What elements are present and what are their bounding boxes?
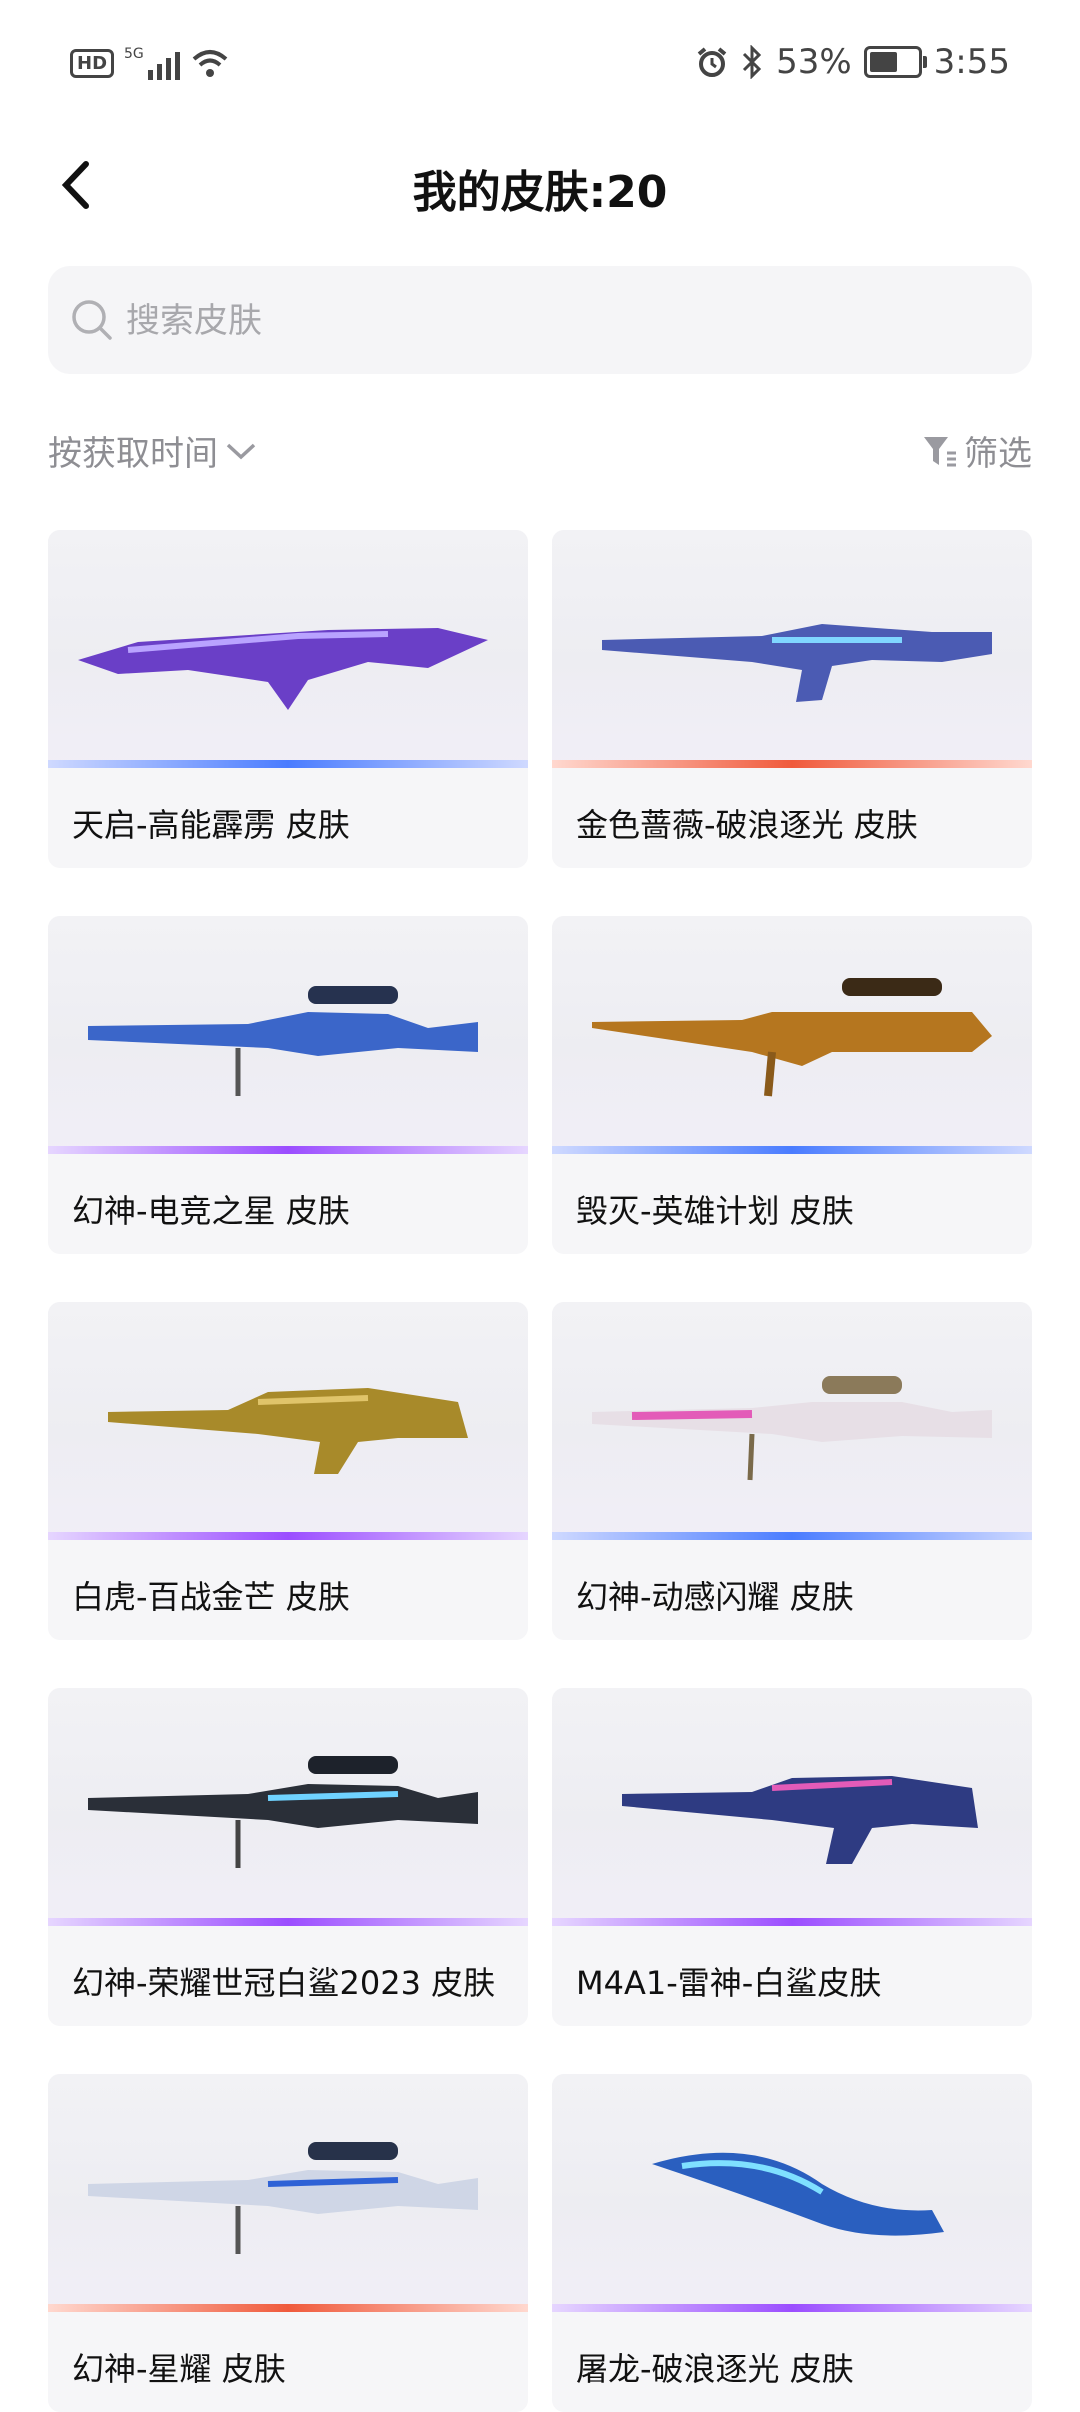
- bluetooth-icon: [743, 45, 762, 79]
- sniper-rifle-icon: [592, 1376, 992, 1481]
- rarity-stripe: [48, 1146, 528, 1154]
- skin-name: 幻神-星耀 皮肤: [72, 2350, 286, 2388]
- rarity-stripe: [552, 1146, 1032, 1154]
- knife-icon: [652, 2152, 944, 2236]
- skin-name: 天启-高能霹雳 皮肤: [72, 806, 350, 844]
- skin-card[interactable]: 金色蔷薇-破浪逐光 皮肤: [552, 530, 1032, 868]
- weapon-image: [552, 530, 1032, 768]
- filter-label: 筛选: [964, 434, 1032, 474]
- skin-card[interactable]: 幻神-星耀 皮肤: [48, 2074, 528, 2412]
- rarity-stripe: [552, 2304, 1032, 2312]
- skin-name: 金色蔷薇-破浪逐光 皮肤: [576, 806, 918, 844]
- top-bar: 我的皮肤:20: [0, 140, 1080, 230]
- sort-label: 按获取时间: [48, 434, 218, 474]
- sniper-rifle-icon: [88, 986, 478, 1096]
- rifle-icon: [602, 624, 992, 702]
- sniper-rifle-icon: [88, 1756, 478, 1868]
- skin-name: 幻神-动感闪耀 皮肤: [576, 1578, 854, 1616]
- sniper-rifle-icon: [88, 2142, 478, 2254]
- rarity-stripe: [48, 2304, 528, 2312]
- weapon-image: [48, 916, 528, 1154]
- skin-name: 幻神-荣耀世冠白鲨2023 皮肤: [72, 1964, 496, 2002]
- rarity-stripe: [552, 1918, 1032, 1926]
- weapon-image: [552, 2074, 1032, 2312]
- skin-card[interactable]: M4A1-雷神-白鲨皮肤: [552, 1688, 1032, 2026]
- skin-name: 屠龙-破浪逐光 皮肤: [576, 2350, 854, 2388]
- battery-icon: [863, 46, 927, 78]
- rifle-icon: [622, 1776, 978, 1864]
- hd-icon: HD: [70, 48, 115, 78]
- skin-card[interactable]: 幻神-荣耀世冠白鲨2023 皮肤: [48, 1688, 528, 2026]
- status-left: HD 5G: [70, 46, 230, 80]
- rarity-stripe: [552, 1532, 1032, 1540]
- filter-button[interactable]: 筛选: [922, 426, 1032, 475]
- weapon-image: [552, 1688, 1032, 1926]
- wifi-icon: [192, 50, 228, 77]
- clock: 3:55: [933, 42, 1010, 82]
- skin-card[interactable]: 天启-高能霹雳 皮肤: [48, 530, 528, 868]
- skin-name: M4A1-雷神-白鲨皮肤: [576, 1964, 882, 2002]
- sort-filter-bar: 按获取时间 筛选: [48, 420, 1032, 480]
- skin-card[interactable]: 幻神-电竞之星 皮肤: [48, 916, 528, 1254]
- page-title: 我的皮肤:20: [412, 167, 668, 218]
- skin-name: 白虎-百战金芒 皮肤: [72, 1578, 350, 1616]
- rarity-stripe: [48, 760, 528, 768]
- sniper-rifle-icon: [592, 978, 992, 1097]
- weapon-image: [48, 1688, 528, 1926]
- sort-dropdown[interactable]: 按获取时间: [48, 426, 258, 475]
- weapon-image: [48, 1302, 528, 1540]
- skin-card[interactable]: 屠龙-破浪逐光 皮肤: [552, 2074, 1032, 2412]
- weapon-image: [552, 1302, 1032, 1540]
- weapon-image: [48, 530, 528, 768]
- rarity-stripe: [48, 1918, 528, 1926]
- skin-card[interactable]: 幻神-动感闪耀 皮肤: [552, 1302, 1032, 1640]
- rifle-icon: [108, 1388, 468, 1474]
- status-bar: HD 5G 53% 3:55: [0, 0, 1080, 130]
- skin-card[interactable]: 白虎-百战金芒 皮肤: [48, 1302, 528, 1640]
- battery-percent: 53%: [776, 42, 852, 82]
- rarity-stripe: [552, 760, 1032, 768]
- skin-name: 毁灭-英雄计划 皮肤: [576, 1192, 854, 1230]
- rifle-icon: [78, 628, 488, 710]
- signal-icon: [147, 46, 180, 80]
- rarity-stripe: [48, 1532, 528, 1540]
- chevron-down-icon: [226, 443, 256, 459]
- weapon-image: [48, 2074, 528, 2312]
- filter-icon: [924, 436, 956, 466]
- search-bar[interactable]: [48, 266, 1032, 376]
- skin-name: 幻神-电竞之星 皮肤: [72, 1192, 350, 1230]
- weapon-image: [552, 916, 1032, 1154]
- alarm-icon: [697, 47, 727, 77]
- skin-card[interactable]: 毁灭-英雄计划 皮肤: [552, 916, 1032, 1254]
- status-right: 53% 3:55: [696, 42, 1010, 82]
- search-input[interactable]: [124, 266, 1008, 376]
- search-icon: [72, 300, 112, 340]
- network-type: 5G: [124, 46, 144, 62]
